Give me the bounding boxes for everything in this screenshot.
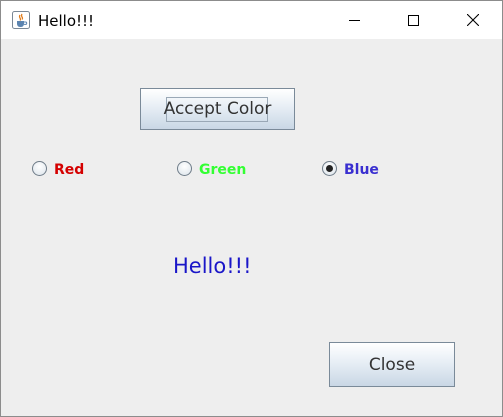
hello-message: Hello!!! <box>173 254 252 278</box>
app-window: Hello!!! Accept Color Red Green Blue Hel… <box>0 0 503 417</box>
minimize-button[interactable] <box>331 1 377 39</box>
radio-blue-label: Blue <box>344 161 379 178</box>
minimize-icon <box>348 15 360 26</box>
accept-color-label: Accept Color <box>163 99 272 119</box>
radio-green-indicator[interactable] <box>177 160 192 176</box>
window-title: Hello!!! <box>38 12 95 30</box>
accept-color-button[interactable]: Accept Color <box>140 88 295 130</box>
maximize-button[interactable] <box>390 1 436 39</box>
radio-red-indicator[interactable] <box>32 160 47 176</box>
close-button-label: Close <box>368 354 416 375</box>
close-icon <box>467 14 479 26</box>
title-bar[interactable]: Hello!!! <box>1 1 502 39</box>
radio-red-label: Red <box>54 161 85 178</box>
maximize-icon <box>407 14 419 26</box>
radio-red[interactable]: Red <box>32 158 84 178</box>
close-button[interactable]: Close <box>329 342 455 387</box>
radio-blue-indicator[interactable] <box>322 160 337 176</box>
radio-green-label: Green <box>199 161 247 178</box>
close-window-button[interactable] <box>450 1 496 39</box>
radio-blue[interactable]: Blue <box>322 158 379 178</box>
radio-green[interactable]: Green <box>177 158 246 178</box>
java-cup-icon[interactable] <box>12 11 30 29</box>
